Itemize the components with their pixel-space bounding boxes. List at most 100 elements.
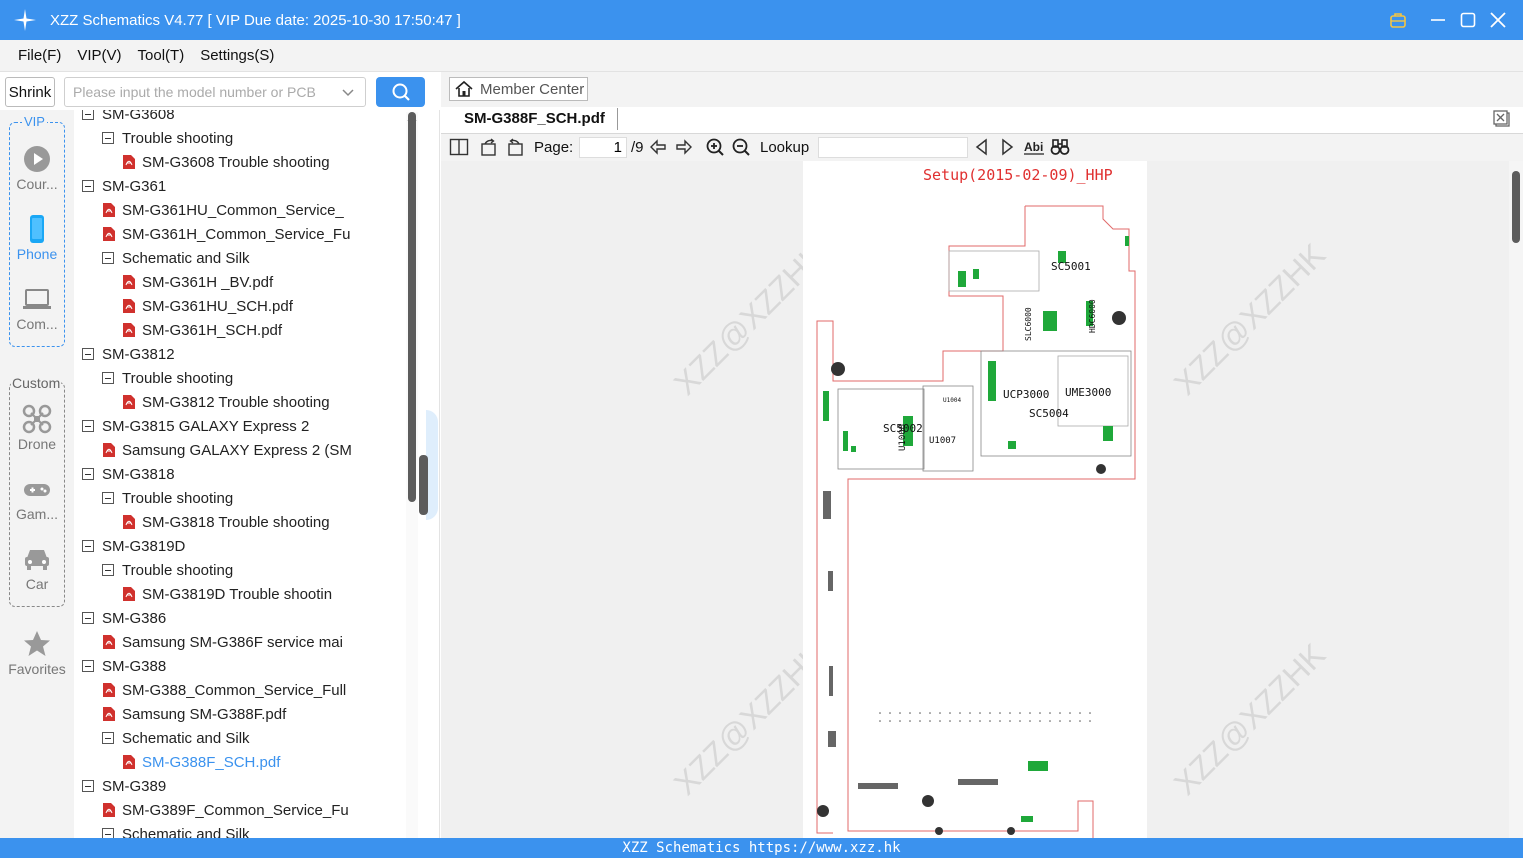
panel-splitter[interactable] [418, 110, 440, 838]
tree-folder-row[interactable]: Trouble shooting [102, 558, 233, 582]
rotate-left-icon[interactable] [479, 137, 499, 157]
viewer-scroll-thumb[interactable] [1512, 171, 1520, 243]
rotate-right-icon[interactable] [505, 137, 525, 157]
collapse-toggle-icon[interactable] [82, 540, 94, 552]
prev-page-icon[interactable] [648, 137, 668, 157]
collapse-toggle-icon[interactable] [102, 828, 114, 838]
rail-item-phone[interactable]: Phone [0, 214, 74, 262]
pdf-file-icon [123, 275, 135, 289]
tree-file-row[interactable]: SM-G361H_Common_Service_Fu [102, 222, 350, 246]
collapse-toggle-icon[interactable] [102, 732, 114, 744]
next-page-icon[interactable] [674, 137, 694, 157]
lookup-label: Lookup [760, 139, 810, 156]
collapse-toggle-icon[interactable] [102, 564, 114, 576]
tree-scroll-thumb[interactable] [408, 112, 416, 502]
tree-folder-row[interactable]: Schematic and Silk [102, 822, 250, 838]
phone-icon [30, 215, 44, 243]
tree-scrollbar[interactable] [406, 112, 418, 838]
tree-folder-row[interactable]: SM-G388 [82, 654, 166, 678]
minimize-icon[interactable] [1423, 5, 1453, 35]
rail-item-computer[interactable]: Com... [0, 284, 74, 332]
tree-file-row[interactable]: SM-G388F_SCH.pdf [122, 750, 280, 774]
tree-file-row[interactable]: SM-G361HU_SCH.pdf [122, 294, 293, 318]
collapse-toggle-icon[interactable] [102, 252, 114, 264]
menu-settings[interactable]: Settings(S) [192, 47, 282, 64]
tab-document[interactable]: SM-G388F_SCH.pdf [464, 110, 605, 127]
search-icon [392, 83, 410, 101]
shrink-button[interactable]: Shrink [5, 77, 55, 107]
tree-file-row[interactable]: Samsung SM-G388F.pdf [102, 702, 286, 726]
tree-file-row[interactable]: SM-G361HU_Common_Service_ [102, 198, 344, 222]
tree-folder-row[interactable]: SM-G3819D [82, 534, 185, 558]
rail-item-favorites[interactable]: Favorites [0, 629, 74, 677]
rail-item-courses[interactable]: Cour... [0, 144, 74, 192]
binoculars-icon[interactable] [1050, 137, 1070, 157]
rail-item-car[interactable]: Car [0, 544, 74, 592]
maximize-icon[interactable] [1453, 5, 1483, 35]
collapse-toggle-icon[interactable] [102, 132, 114, 144]
tree-folder-row[interactable]: SM-G3812 [82, 342, 175, 366]
vip-bag-icon[interactable] [1383, 5, 1413, 35]
pdf-file-icon [123, 299, 135, 313]
collapse-toggle-icon[interactable] [82, 780, 94, 792]
rail-item-drone[interactable]: Drone [0, 404, 74, 452]
tree-file-row[interactable]: SM-G388_Common_Service_Full [102, 678, 346, 702]
member-center-button[interactable]: Member Center [449, 77, 588, 101]
sidebar-toggle-icon[interactable] [449, 137, 469, 157]
tree-file-row[interactable]: SM-G389F_Common_Service_Fu [102, 798, 349, 822]
collapse-toggle-icon[interactable] [82, 612, 94, 624]
tree-file-row[interactable]: SM-G361H _BV.pdf [122, 270, 273, 294]
comp-label: SC5004 [1029, 407, 1069, 420]
zoom-in-icon[interactable] [705, 137, 725, 157]
close-icon[interactable] [1483, 5, 1513, 35]
chevron-down-icon[interactable] [341, 85, 355, 102]
tree-item-label: Schematic and Silk [122, 825, 250, 839]
tree-folder-row[interactable]: Schematic and Silk [102, 246, 250, 270]
rail-item-game[interactable]: Gam... [0, 474, 74, 522]
tree-folder-row[interactable]: Schematic and Silk [102, 726, 250, 750]
match-case-icon[interactable]: Abi [1023, 137, 1045, 157]
tree-folder-row[interactable]: Trouble shooting [102, 126, 233, 150]
search-button[interactable] [376, 77, 425, 107]
pdf-viewer[interactable]: XZZ@XZZHK XZZ@XZZHK XZZ@XZZHK XZZ@XZZHK … [441, 161, 1509, 838]
tree-file-row[interactable]: SM-G361H_SCH.pdf [122, 318, 282, 342]
menu-tool[interactable]: Tool(T) [130, 47, 193, 64]
model-search-input[interactable]: Please input the model number or PCB [64, 77, 366, 107]
find-next-icon[interactable] [997, 137, 1017, 157]
zoom-out-icon[interactable] [731, 137, 751, 157]
collapse-toggle-icon[interactable] [102, 372, 114, 384]
tree-file-row[interactable]: SM-G3818 Trouble shooting [122, 510, 330, 534]
tree-file-row[interactable]: SM-G3608 Trouble shooting [122, 150, 330, 174]
tree-folder-row[interactable]: SM-G361 [82, 174, 166, 198]
gamepad-icon [24, 484, 50, 496]
collapse-toggle-icon[interactable] [82, 110, 94, 120]
splitter-grip[interactable] [419, 455, 428, 515]
collapse-toggle-icon[interactable] [82, 180, 94, 192]
collapse-toggle-icon[interactable] [82, 660, 94, 672]
tree-file-row[interactable]: Samsung SM-G386F service mai [102, 630, 343, 654]
tree-folder-row[interactable]: SM-G389 [82, 774, 166, 798]
tree-file-row[interactable]: SM-G3819D Trouble shootin [122, 582, 332, 606]
collapse-toggle-icon[interactable] [82, 348, 94, 360]
collapse-toggle-icon[interactable] [102, 492, 114, 504]
tree-file-row[interactable]: SM-G3812 Trouble shooting [122, 390, 330, 414]
viewer-scrollbar[interactable] [1509, 161, 1523, 838]
tree-folder-row[interactable]: SM-G386 [82, 606, 166, 630]
tree-file-row[interactable]: Samsung GALAXY Express 2 (SM [102, 438, 352, 462]
find-prev-icon[interactable] [972, 137, 992, 157]
status-bar: XZZ Schematics https://www.xzz.hk [0, 838, 1523, 858]
tree-folder-row[interactable]: SM-G3608 [82, 110, 175, 126]
close-tab-icon[interactable] [1493, 110, 1511, 128]
tree-folder-row[interactable]: Trouble shooting [102, 366, 233, 390]
tree-folder-row[interactable]: Trouble shooting [102, 486, 233, 510]
tree-folder-row[interactable]: SM-G3815 GALAXY Express 2 [82, 414, 309, 438]
collapse-toggle-icon[interactable] [82, 468, 94, 480]
menu-file[interactable]: File(F) [10, 47, 69, 64]
menu-vip[interactable]: VIP(V) [69, 47, 129, 64]
tree-folder-row[interactable]: SM-G3818 [82, 462, 175, 486]
lookup-input[interactable] [818, 137, 968, 158]
pdf-file-icon [123, 587, 135, 601]
star-icon [24, 631, 50, 656]
page-number-input[interactable] [579, 137, 627, 158]
collapse-toggle-icon[interactable] [82, 420, 94, 432]
